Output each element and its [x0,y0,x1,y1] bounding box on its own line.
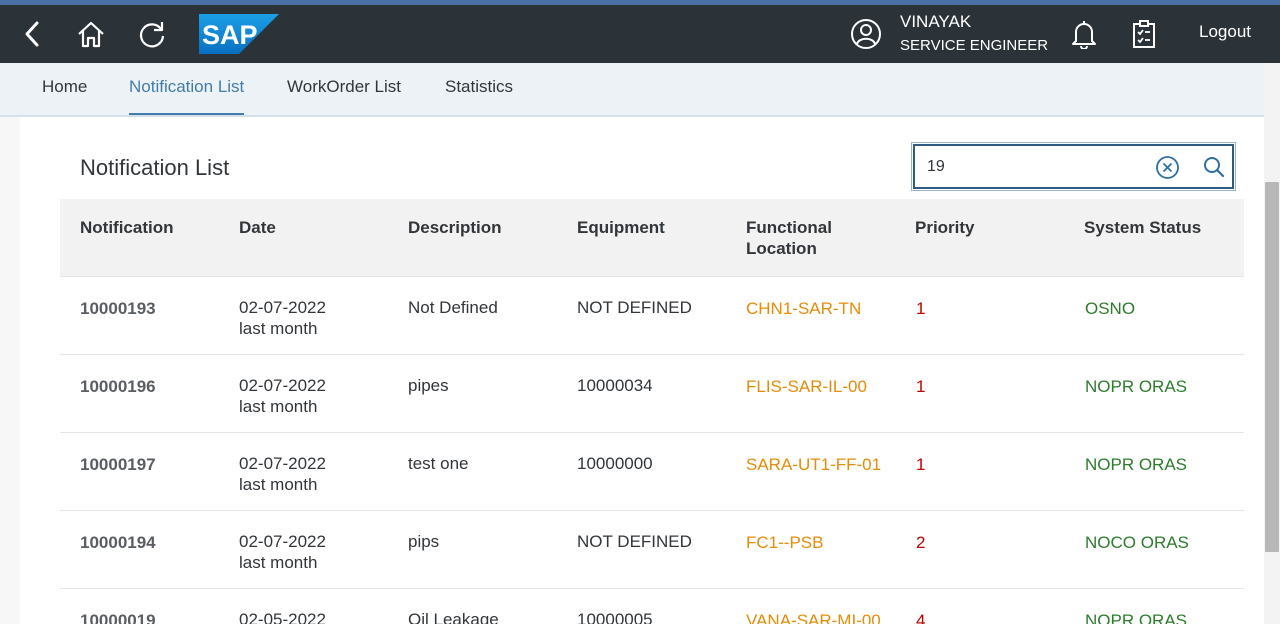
cell-priority: 4 [916,611,926,624]
cell-description: Oil Leakage [408,610,499,624]
shell-bar: SAP VINAYAK SERVICE ENGINEER Logout [0,5,1280,63]
home-icon [78,21,104,48]
cell-notification: 10000193 [80,299,156,318]
user-role: SERVICE ENGINEER [900,37,1049,54]
cell-date-relative: last month [239,553,318,572]
cell-priority: 2 [916,533,926,552]
cell-equipment: NOT DEFINED [577,532,692,551]
cell-system-status: OSNO [1085,299,1136,318]
cell-functional-location: CHN1-SAR-TN [746,299,862,318]
cell-date-relative: last month [239,319,318,338]
header-equipment[interactable]: Equipment [577,217,665,238]
cell-date: 02-07-2022 last month [239,453,326,495]
bell-icon [1072,21,1096,49]
cell-date-value: 02-07-2022 [239,376,326,395]
cell-notification: 10000196 [80,377,156,396]
cell-description: pips [408,532,440,551]
cell-functional-location: FC1--PSB [746,533,824,552]
scrollbar-thumb[interactable] [1265,182,1279,552]
table-row[interactable]: 10000193 02-07-2022 last month Not Defin… [60,277,1244,355]
cell-functional-location: SARA-UT1-FF-01 [746,455,882,474]
table-header: Notification Date Description Equipment … [60,199,1244,277]
clear-icon [1156,156,1179,179]
tasks-button[interactable] [1126,5,1162,63]
cell-date-relative: last month [239,475,318,494]
notifications-button[interactable] [1066,5,1102,63]
cell-priority: 1 [916,377,926,396]
tab-workorder-list[interactable]: WorkOrder List [287,63,401,115]
cell-priority: 1 [916,299,926,318]
cell-priority: 1 [916,455,926,474]
user-icon [851,19,881,49]
cell-date-value: 02-07-2022 [239,454,326,473]
table-row[interactable]: 10000197 02-07-2022 last month test one … [60,433,1244,511]
table-row[interactable]: 10000194 02-07-2022 last month pips NOT … [60,511,1244,589]
cell-system-status: NOCO ORAS [1085,533,1189,552]
header-date[interactable]: Date [239,217,276,238]
tab-notification-list[interactable]: Notification List [129,63,245,115]
cell-date-value: 02-07-2022 [239,298,326,317]
refresh-button[interactable] [134,5,170,63]
header-functional-location-line1: Functional [746,218,832,237]
user-name: VINAYAK [900,12,972,31]
cell-description: pipes [408,376,449,395]
back-icon [25,21,39,47]
back-button[interactable] [14,5,50,63]
logout-button[interactable]: Logout [1199,22,1251,42]
cell-date: 02-05-2022 [239,609,326,624]
table-row[interactable]: 10000019 02-05-2022 Oil Leakage 10000005… [60,589,1244,624]
cell-date: 02-07-2022 last month [239,375,326,417]
cell-system-status: NOPR ORAS [1085,611,1188,624]
cell-notification: 10000019 [80,611,156,624]
header-system-status[interactable]: System Status [1084,217,1201,238]
search-icon [1204,157,1225,178]
search-input[interactable] [927,156,1147,178]
cell-equipment: 10000034 [577,376,653,395]
home-button[interactable] [72,5,110,63]
cell-date: 02-07-2022 last month [239,531,326,573]
cell-functional-location: FLIS-SAR-IL-00 [746,377,867,396]
table-row[interactable]: 10000196 02-07-2022 last month pipes 100… [60,355,1244,433]
tab-statistics[interactable]: Statistics [445,63,513,115]
clipboard-icon [1133,20,1155,48]
header-priority[interactable]: Priority [915,217,975,238]
refresh-icon [139,22,165,48]
search-field[interactable] [911,142,1236,191]
clear-search-button[interactable] [1155,155,1180,185]
tab-bar: Home Notification List WorkOrder List St… [0,63,1264,117]
cell-notification: 10000194 [80,533,156,552]
sap-logo: SAP [199,14,279,54]
cell-date: 02-07-2022 last month [239,297,326,339]
header-description[interactable]: Description [408,217,502,238]
tab-home[interactable]: Home [42,63,87,115]
cell-description: Not Defined [408,298,498,317]
cell-equipment: 10000005 [577,610,653,624]
header-functional-location[interactable]: Functional Location [746,217,832,259]
cell-equipment: NOT DEFINED [577,298,692,317]
cell-system-status: NOPR ORAS [1085,377,1188,396]
cell-system-status: NOPR ORAS [1085,455,1188,474]
header-functional-location-line2: Location [746,239,817,258]
user-avatar-button[interactable] [848,5,884,63]
cell-notification: 10000197 [80,455,156,474]
cell-description: test one [408,454,469,473]
cell-date-value: 02-05-2022 [239,610,326,624]
cell-equipment: 10000000 [577,454,653,473]
sap-logo-text: SAP [202,20,258,50]
search-button[interactable] [1203,156,1225,183]
header-notification[interactable]: Notification [80,217,174,238]
cell-date-value: 02-07-2022 [239,532,326,551]
cell-date-relative: last month [239,397,318,416]
page-title: Notification List [80,155,230,180]
cell-functional-location: VANA-SAR-MI-00 [746,611,881,624]
